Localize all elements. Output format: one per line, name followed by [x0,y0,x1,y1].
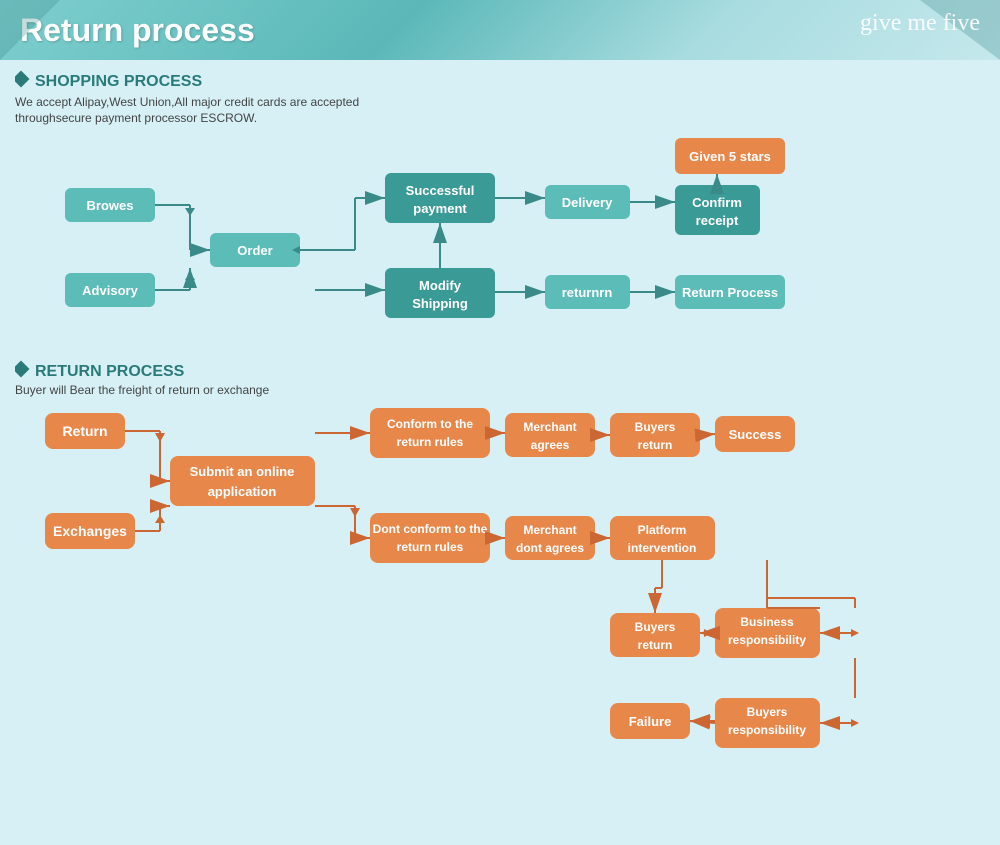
modify-shipping-label: Modify [419,278,462,293]
page-title: Return process [20,12,255,49]
returnrn-label: returnrn [562,285,613,300]
dont-conform-box [370,513,490,563]
business-responsibility-label: Business [740,615,794,629]
return-subtitle: Buyer will Bear the freight of return or… [15,383,269,397]
buyers-return-top-label: Buyers [635,420,676,434]
merchant-agrees-label: Merchant [523,420,576,434]
conform-rules-box [370,408,490,458]
exchanges-label: Exchanges [53,523,127,539]
browes-label: Browes [87,198,134,213]
modify-shipping-label2: Shipping [412,296,468,311]
buyers-return-top-label2: return [638,438,673,452]
main-diagram: SHOPPING PROCESS We accept Alipay,West U… [15,68,985,843]
confirm-receipt-label2: receipt [696,213,739,228]
conform-rules-label: Conform to the [387,417,473,431]
given-5-stars-label: Given 5 stars [689,149,771,164]
platform-intervention-label: Platform [638,523,687,537]
buyers-return-bottom-label: Buyers [635,620,676,634]
dont-conform-label: Dont conform to the [373,522,488,536]
submit-application-label: Submit an online [190,464,295,479]
header-banner: Return process give me five [0,0,1000,60]
merchant-dont-label: Merchant [523,523,576,537]
buyers-responsibility-label: Buyers [747,705,788,719]
success-label: Success [729,427,782,442]
shopping-subtitle: We accept Alipay,West Union,All major cr… [15,95,359,109]
successful-payment-label2: payment [413,201,467,216]
brand-logo: give me five [860,10,980,37]
advisory-label: Advisory [82,283,138,298]
buyers-return-bottom-label2: return [638,638,673,652]
shopping-title: SHOPPING PROCESS [35,73,202,90]
return-label: Return [62,423,107,439]
merchant-agrees-label2: agrees [531,438,570,452]
dont-conform-label2: return rules [397,540,464,554]
confirm-receipt-label: Confirm [692,195,742,210]
failure-label: Failure [629,714,672,729]
submit-application-label2: application [208,484,277,499]
order-label: Order [237,243,272,258]
successful-payment-label: Successful [406,183,475,198]
conform-rules-label2: return rules [397,435,464,449]
delivery-label: Delivery [562,195,613,210]
merchant-dont-label2: dont agrees [516,541,584,555]
return-title: RETURN PROCESS [35,363,185,380]
business-responsibility-label2: responsibility [728,633,806,647]
buyers-responsibility-label2: responsibility [728,723,806,737]
return-process-label: Return Process [682,285,778,300]
platform-intervention-label2: intervention [628,541,697,555]
shopping-subtitle2: throughsecure payment processor ESCROW. [15,111,257,125]
